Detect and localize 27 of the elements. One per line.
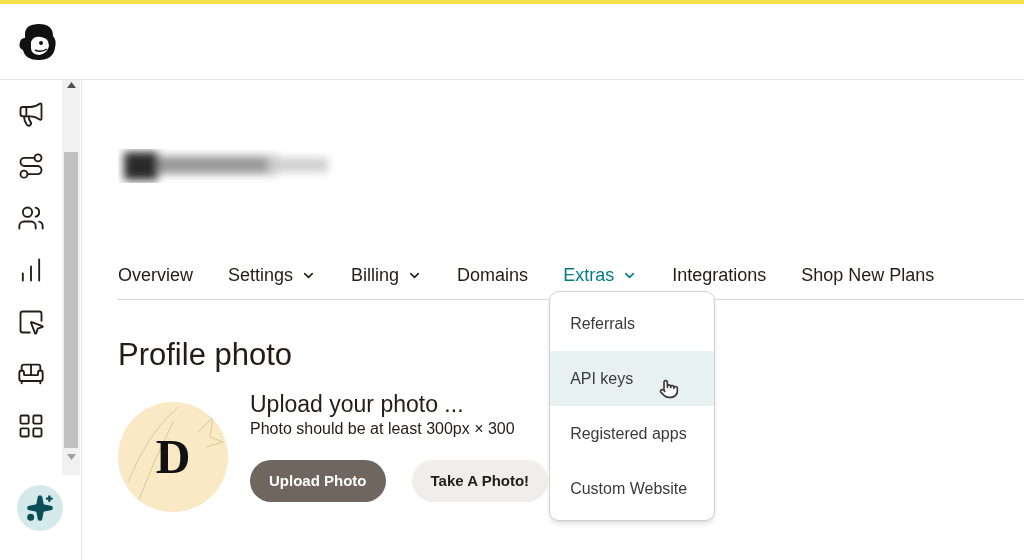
hand-cursor-icon [659,378,680,399]
avatar: D [118,402,228,512]
grid-icon[interactable] [17,412,45,440]
nav-tab[interactable]: Settings [228,264,317,286]
section-heading: Profile photo [118,336,294,374]
pointer-window-icon[interactable] [17,308,45,336]
scrollbar[interactable] [62,80,80,475]
nav-tab[interactable]: Domains [457,264,529,286]
upload-photo-button[interactable]: Upload Photo [250,460,386,502]
upload-title: Upload your photo ... [250,390,465,418]
scroll-up-icon[interactable] [66,82,76,88]
nav-tab[interactable]: Shop New Plans [801,264,935,286]
sparkles-icon [25,494,54,522]
people-icon[interactable] [17,204,45,232]
photo-hint: Photo should be at least 300px × 300 [250,419,516,439]
take-photo-button[interactable]: Take A Photo! [411,460,549,502]
megaphone-icon[interactable] [17,100,45,128]
nav-tab[interactable]: Overview [118,264,193,286]
route-icon[interactable] [17,152,45,180]
menu-item[interactable]: Referrals [550,296,715,351]
nav-tab[interactable]: Billing [351,264,423,286]
assistant-button[interactable] [16,485,63,531]
menu-item[interactable]: API keys [550,351,715,406]
nav-tab[interactable]: Extras [563,264,638,286]
menu-item[interactable]: Registered apps [550,406,715,461]
nav-tab[interactable]: Integrations [672,264,767,286]
menu-item[interactable]: Custom Website [550,461,715,516]
